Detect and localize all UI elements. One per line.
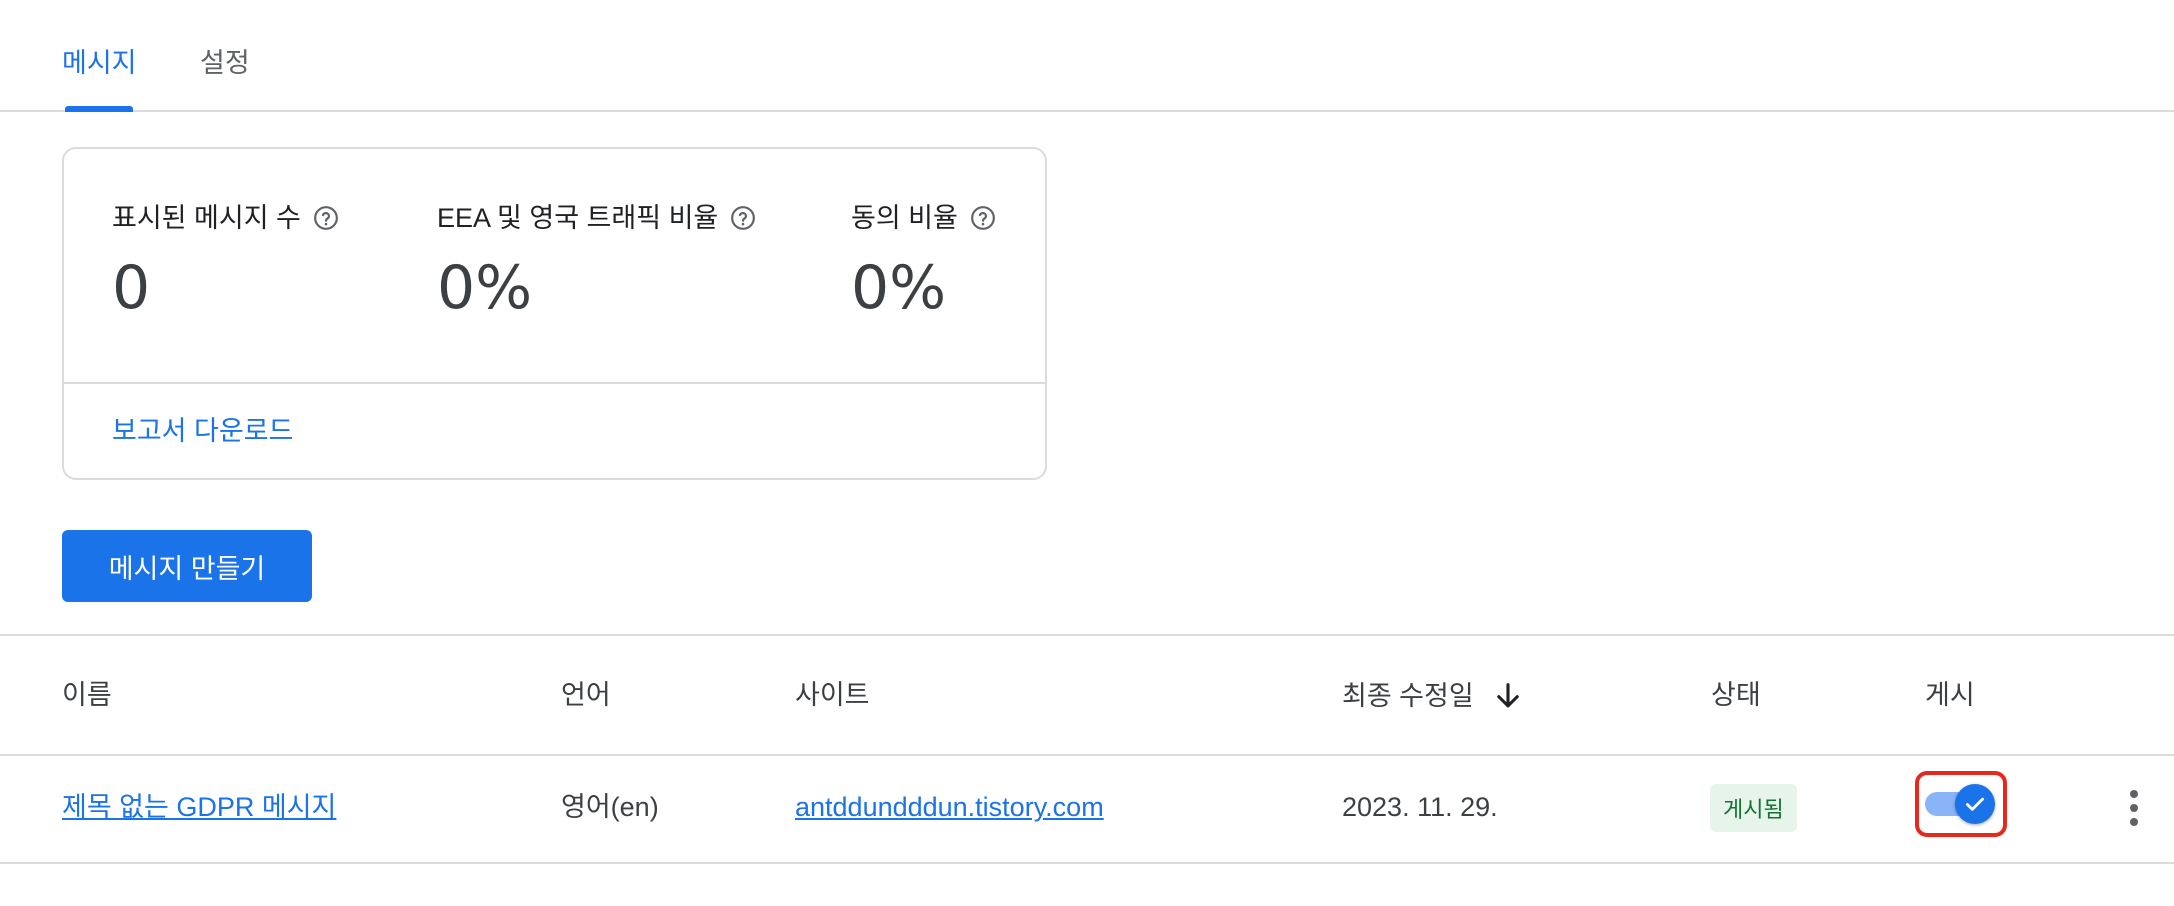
column-header-publish: 게시 xyxy=(1925,680,1975,710)
table-header: 이름 언어 사이트 최종 수정일 상태 게시 xyxy=(0,636,2174,756)
column-header-status: 상태 xyxy=(1711,680,1761,710)
stat-label-row: 동의 비율 xyxy=(851,201,996,235)
last-modified-date: 2023. 11. 29. xyxy=(1342,792,1498,822)
stat-label: EEA 및 영국 트래픽 비율 xyxy=(437,203,719,233)
stat-label: 동의 비율 xyxy=(851,203,958,233)
arrow-down-icon[interactable] xyxy=(1490,678,1526,714)
table-row: 제목 없는 GDPR 메시지 영어(en) antddundddun.tisto… xyxy=(0,756,2174,864)
more-vertical-icon[interactable] xyxy=(2116,786,2152,830)
check-icon xyxy=(1962,791,1988,817)
tab-settings[interactable]: 설정 xyxy=(200,46,250,80)
download-report-link[interactable]: 보고서 다운로드 xyxy=(112,414,293,448)
stat-label-row: EEA 및 영국 트래픽 비율 xyxy=(437,201,756,235)
stat-value: 0% xyxy=(437,253,533,323)
stats-card: 표시된 메시지 수 0 EEA 및 영국 트래픽 비율 0% 동의 비율 0% … xyxy=(62,147,1047,480)
column-header-site: 사이트 xyxy=(795,680,870,710)
toggle-thumb xyxy=(1955,784,1995,824)
stat-eea-uk-traffic: EEA 및 영국 트래픽 비율 0% xyxy=(437,201,756,323)
stat-messages-shown: 표시된 메시지 수 0 xyxy=(112,201,339,323)
help-icon[interactable] xyxy=(970,205,996,231)
tab-bar: 메시지 설정 xyxy=(0,0,2174,112)
help-icon[interactable] xyxy=(730,205,756,231)
stat-label: 표시된 메시지 수 xyxy=(112,203,301,233)
message-name-link[interactable]: 제목 없는 GDPR 메시지 xyxy=(62,790,336,824)
column-header-label: 최종 수정일 xyxy=(1342,681,1474,711)
tab-messages[interactable]: 메시지 xyxy=(62,46,137,80)
publish-toggle[interactable] xyxy=(1925,784,1997,824)
stat-value: 0 xyxy=(112,253,151,323)
create-message-button[interactable]: 메시지 만들기 xyxy=(62,530,312,602)
stat-label-row: 표시된 메시지 수 xyxy=(112,201,339,235)
site-link[interactable]: antddundddun.tistory.com xyxy=(795,790,1104,824)
column-header-last-modified[interactable]: 최종 수정일 xyxy=(1342,678,1526,714)
message-language: 영어(en) xyxy=(561,792,659,822)
stat-consent-rate: 동의 비율 0% xyxy=(851,201,996,323)
card-divider xyxy=(64,382,1045,384)
column-header-name: 이름 xyxy=(62,680,112,710)
stat-value: 0% xyxy=(851,253,947,323)
status-badge: 게시됨 xyxy=(1710,784,1797,832)
help-icon[interactable] xyxy=(313,205,339,231)
active-tab-indicator xyxy=(65,106,133,112)
column-header-language: 언어 xyxy=(561,680,611,710)
